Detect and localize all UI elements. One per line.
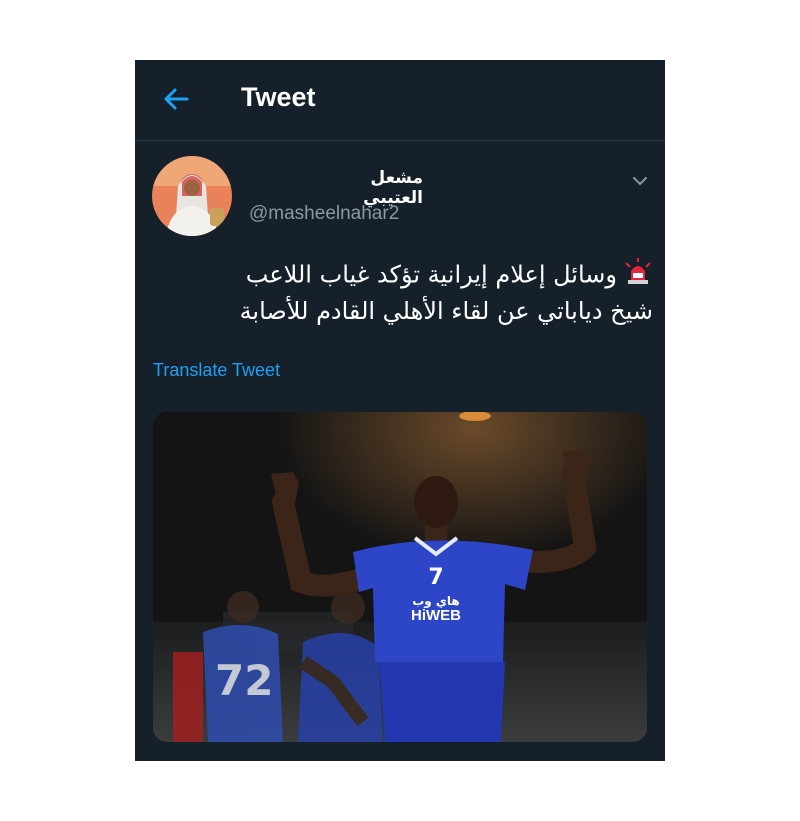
translate-tweet-link[interactable]: Translate Tweet xyxy=(153,360,280,381)
author-handle[interactable]: @masheelnahar2 xyxy=(249,203,399,225)
tweet-text: وسائل إعلام إيرانية تؤكد غياب اللاعب شيخ… xyxy=(157,257,653,328)
background-jersey-number: 72 xyxy=(215,656,273,705)
tweet-line-1: وسائل إعلام إيرانية تؤكد غياب اللاعب xyxy=(157,257,653,294)
tweet-photo[interactable]: 72 7 هاي وب HiWEB xyxy=(153,412,647,742)
jersey-number: 7 xyxy=(428,565,443,590)
author-name[interactable]: مشعل العتيبي xyxy=(315,168,423,208)
rotating-light-icon xyxy=(623,257,653,294)
chevron-down-icon xyxy=(633,177,647,186)
arrow-left-icon xyxy=(164,88,189,110)
more-options-button[interactable] xyxy=(629,170,651,192)
page-title: Tweet xyxy=(241,82,316,112)
top-bar: Tweet xyxy=(135,60,665,141)
tweet-line-2: شيخ دياباتي عن لقاء الأهلي القادم للأصاب… xyxy=(239,297,653,325)
jersey-sponsor: HiWEB xyxy=(411,607,461,624)
tweet-screen: Tweet مشعل العتيبي @masheelnahar2 وسائل … xyxy=(135,60,665,761)
back-button[interactable] xyxy=(161,84,191,114)
avatar[interactable] xyxy=(152,156,232,236)
